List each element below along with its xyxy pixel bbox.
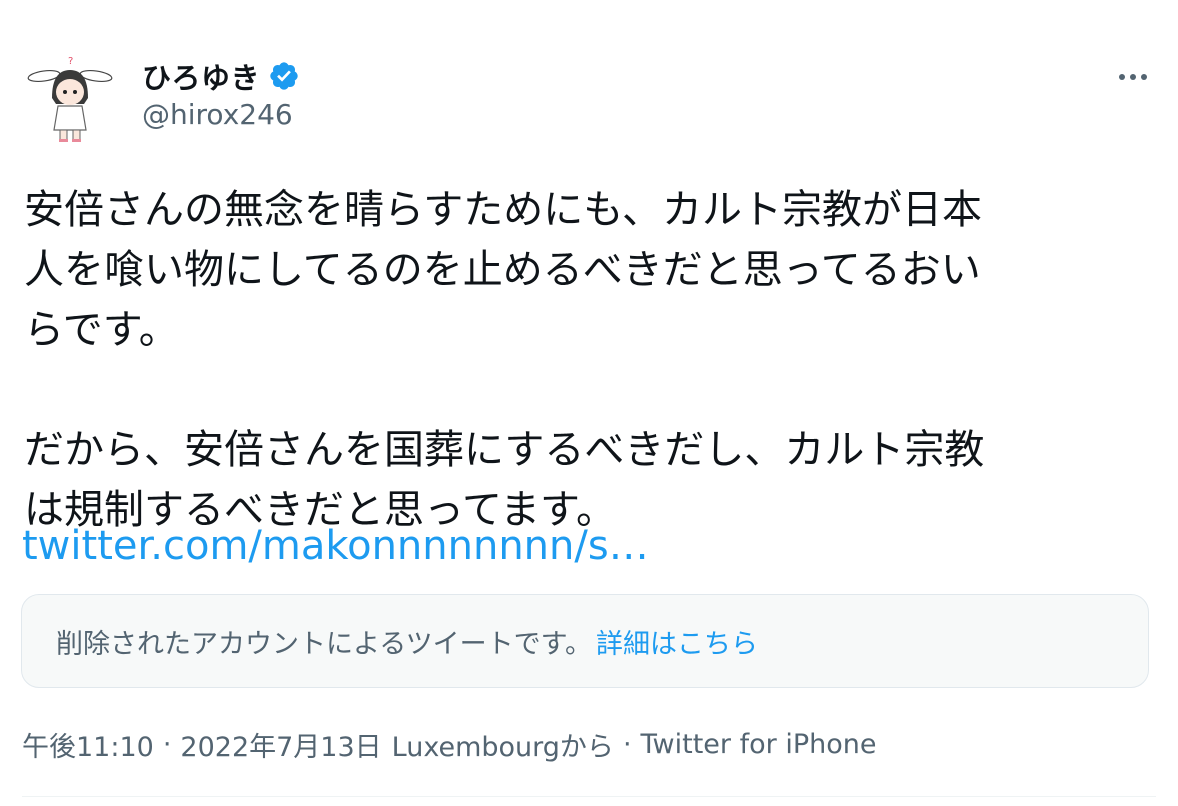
meta-separator: · [162,728,172,760]
tweet-metadata: 午後11:10 · 2022年7月13日 Luxembourgから · Twit… [22,724,876,764]
tweet-time[interactable]: 午後11:10 [22,725,154,764]
avatar[interactable]: ? [22,52,118,148]
tweet: ? ひろゆき @hirox246 安倍さんの無念を晴らすためにも、カルト宗教が日… [0,0,1178,806]
svg-text:?: ? [68,56,73,67]
author-handle[interactable]: @hirox246 [142,98,293,131]
verified-badge-icon [268,60,300,92]
tweet-source[interactable]: Twitter for iPhone [641,729,877,760]
more-options-icon[interactable] [1110,60,1156,94]
quoted-tweet-unavailable: 削除されたアカウントによるツイートです。 詳細はこちら [21,594,1149,688]
tweet-text: 安倍さんの無念を晴らすためにも、カルト宗教が日本 人を喰い物にしてるのを止めるべ… [24,187,985,533]
tweet-date[interactable]: 2022年7月13日 [180,725,381,764]
meta-separator: · [622,728,632,760]
bunny-eared-character-avatar-icon: ? [27,56,113,142]
quote-notice-text: 削除されたアカウントによるツイートです。 [56,628,592,660]
tweet-link[interactable]: twitter.com/makonnnnnnnn/s… [22,516,649,576]
tweet-location: Luxembourgから [391,731,614,763]
learn-more-link[interactable]: 詳細はこちら [596,622,758,661]
display-name[interactable]: ひろゆき [142,55,260,97]
author-name-row[interactable]: ひろゆき [142,54,300,98]
divider [22,796,1156,797]
